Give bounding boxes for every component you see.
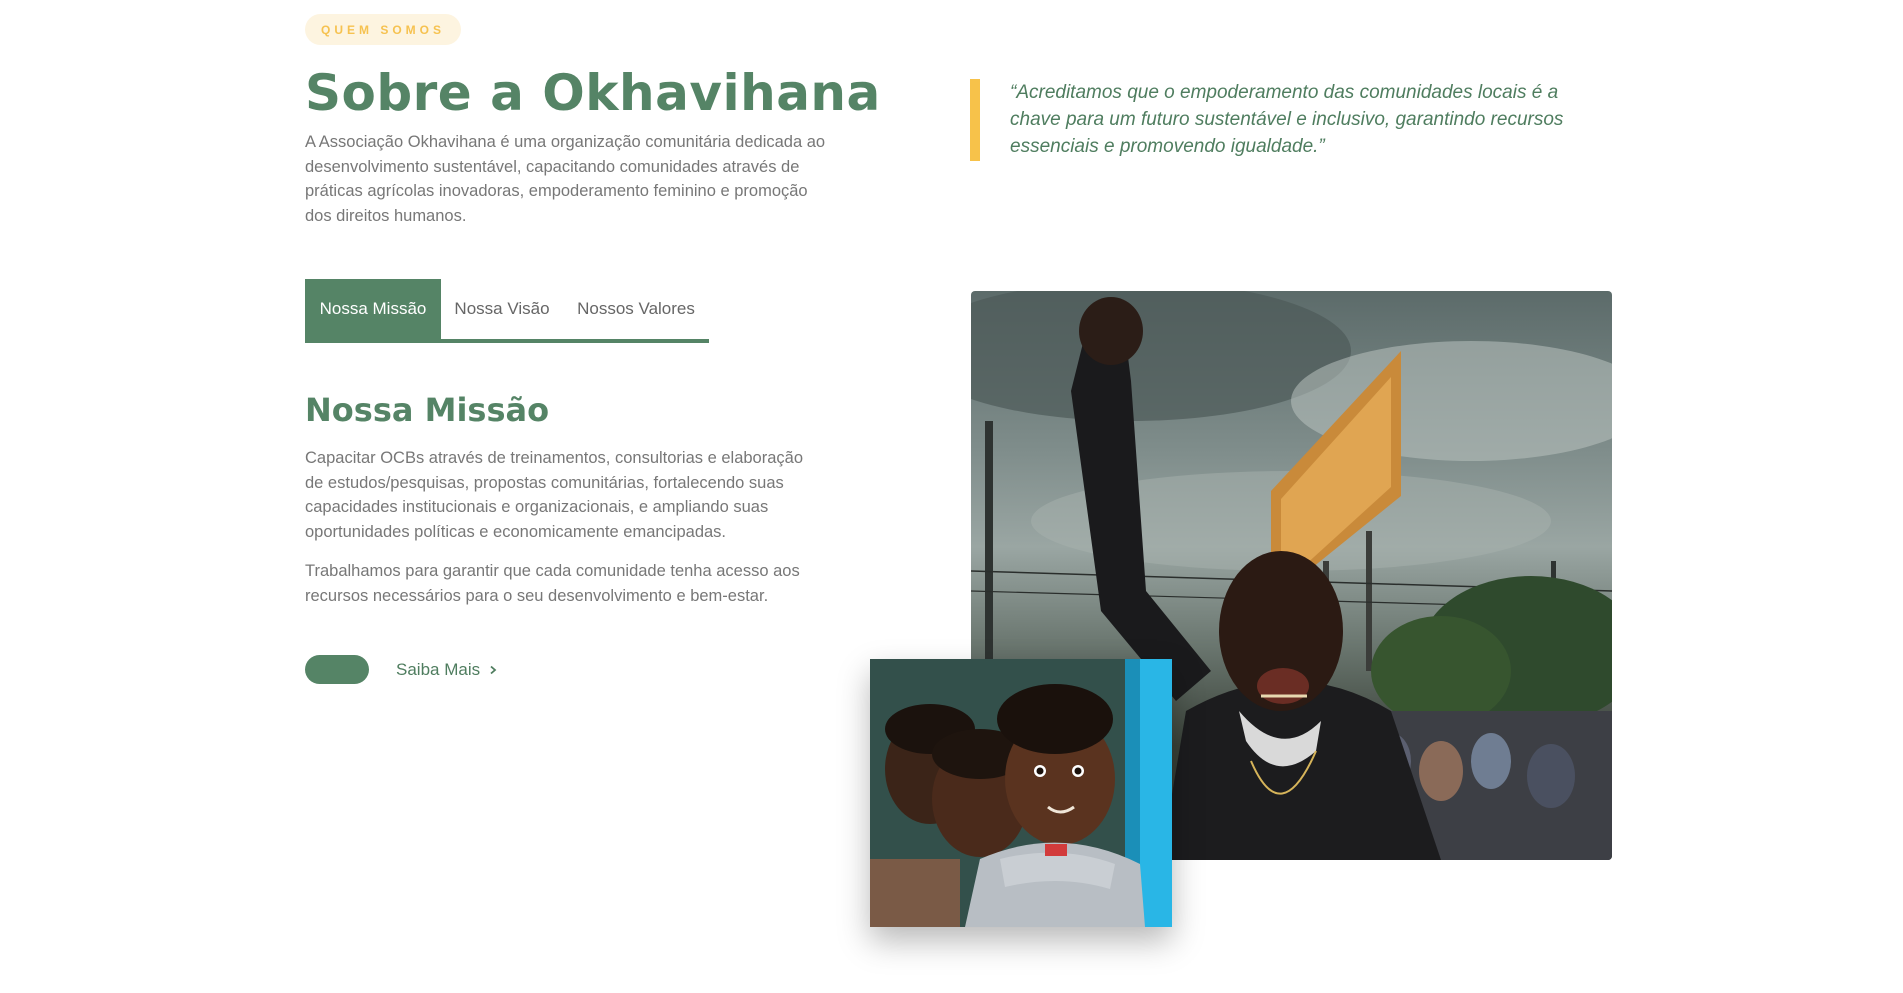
- tab-content-heading: Nossa Missão: [305, 391, 550, 429]
- tab-nossa-missao[interactable]: Nossa Missão: [305, 279, 441, 339]
- quote-accent-bar: [970, 79, 980, 161]
- section-badge: QUEM SOMOS: [305, 14, 461, 45]
- primary-pill-button[interactable]: [305, 655, 369, 684]
- chevron-right-icon: [490, 665, 497, 675]
- tab-bar: Nossa Missão Nossa Visão Nossos Valores: [305, 279, 709, 343]
- mission-paragraph-2: Trabalhamos para garantir que cada comun…: [305, 562, 800, 605]
- saiba-mais-label: Saiba Mais: [396, 660, 481, 679]
- children-photo: [870, 659, 1172, 927]
- intro-text: A Associação Okhavihana é uma organizaçã…: [305, 133, 826, 225]
- mission-quote: “Acreditamos que o empoderamento das com…: [1010, 82, 1564, 157]
- saiba-mais-link[interactable]: Saiba Mais: [396, 658, 498, 682]
- mission-paragraph-1: Capacitar OCBs através de treinamentos, …: [305, 449, 804, 541]
- page-title: Sobre a Okhavihana: [305, 64, 881, 122]
- tab-nossa-visao[interactable]: Nossa Visão: [441, 279, 563, 339]
- tab-nossos-valores[interactable]: Nossos Valores: [563, 279, 709, 339]
